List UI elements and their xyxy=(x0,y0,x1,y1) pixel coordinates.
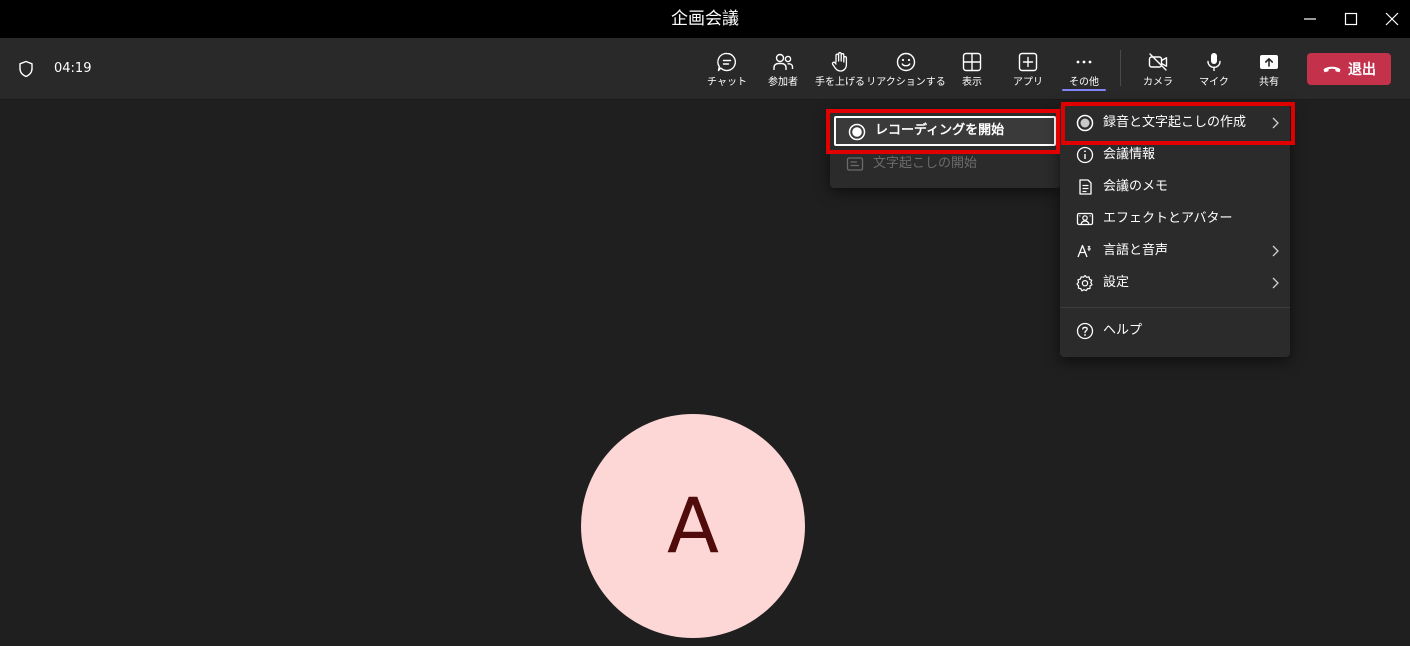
menu-item-label: 言語と音声 xyxy=(1103,243,1169,258)
camera-off-icon xyxy=(1148,53,1168,71)
chat-icon xyxy=(717,52,736,72)
menu-divider xyxy=(1060,307,1290,308)
meeting-toolbar: 04:19 チャット 参加者 手を上げる リアクションする 表示 アプリ その他… xyxy=(0,38,1410,100)
smiley-icon xyxy=(896,52,916,72)
menu-item-label: 設定 xyxy=(1103,275,1130,290)
menu-item-help[interactable]: ヘルプ xyxy=(1060,315,1290,347)
leave-button[interactable]: 退出 xyxy=(1307,53,1391,85)
title-bar: 企画会議 xyxy=(0,0,1410,38)
menu-item-label: エフェクトとアバター xyxy=(1103,211,1233,226)
notes-icon xyxy=(1079,179,1092,195)
menu-item-effects[interactable]: エフェクトとアバター xyxy=(1060,203,1290,235)
raise-hand-label: 手を上げる xyxy=(815,77,865,88)
share-icon xyxy=(1260,55,1278,69)
mic-label: マイク xyxy=(1199,77,1229,88)
minimize-button[interactable] xyxy=(1293,0,1327,38)
raise-hand-button[interactable]: 手を上げる xyxy=(812,38,868,100)
menu-item-settings[interactable]: 設定 xyxy=(1060,267,1290,299)
close-button[interactable] xyxy=(1375,0,1409,38)
meeting-timer: 04:19 xyxy=(54,61,92,76)
leave-label: 退出 xyxy=(1348,62,1376,78)
participants-label: 参加者 xyxy=(768,77,798,88)
transcript-icon xyxy=(846,157,864,171)
chat-button[interactable]: チャット xyxy=(705,38,749,100)
share-button[interactable]: 共有 xyxy=(1247,38,1291,100)
shield-icon xyxy=(19,60,33,78)
mic-icon xyxy=(1207,53,1221,71)
apps-button[interactable]: アプリ xyxy=(1006,38,1050,100)
chat-label: チャット xyxy=(707,77,747,88)
share-label: 共有 xyxy=(1259,77,1279,88)
more-icon xyxy=(1076,60,1092,64)
hang-up-icon xyxy=(1323,66,1341,73)
active-indicator xyxy=(1062,89,1106,91)
menu-item-meeting-notes[interactable]: 会議のメモ xyxy=(1060,171,1290,203)
menu-item-language[interactable]: 言語と音声 xyxy=(1060,235,1290,267)
more-button[interactable]: その他 xyxy=(1062,38,1106,100)
highlight-start-recording xyxy=(826,109,1060,154)
chevron-right-icon xyxy=(1272,277,1279,289)
avatar-initial: A xyxy=(667,481,719,570)
menu-item-label: 会議のメモ xyxy=(1103,179,1169,194)
minimize-icon xyxy=(1304,18,1316,20)
toolbar-divider xyxy=(1120,50,1121,86)
camera-label: カメラ xyxy=(1143,77,1173,88)
reactions-label: リアクションする xyxy=(866,77,946,88)
participant-avatar: A xyxy=(581,414,805,638)
more-label: その他 xyxy=(1069,77,1099,88)
menu-item-label: ヘルプ xyxy=(1103,323,1143,338)
view-label: 表示 xyxy=(962,77,982,88)
help-icon xyxy=(1076,322,1094,340)
chevron-right-icon xyxy=(1272,245,1279,257)
language-icon xyxy=(1077,244,1091,258)
camera-button[interactable]: カメラ xyxy=(1136,38,1180,100)
participants-button[interactable]: 参加者 xyxy=(761,38,805,100)
mic-button[interactable]: マイク xyxy=(1192,38,1236,100)
maximize-button[interactable] xyxy=(1334,0,1368,38)
apps-label: アプリ xyxy=(1013,77,1043,88)
close-icon xyxy=(1385,12,1399,26)
info-icon xyxy=(1076,146,1094,164)
window-title: 企画会議 xyxy=(671,9,739,29)
reactions-button[interactable]: リアクションする xyxy=(866,38,946,100)
highlight-recording-menu xyxy=(1061,102,1295,145)
add-app-icon xyxy=(1018,52,1038,72)
participants-icon xyxy=(773,53,794,70)
maximize-icon xyxy=(1344,12,1358,26)
gear-icon xyxy=(1076,274,1093,292)
effects-icon xyxy=(1076,212,1094,226)
grid-view-icon xyxy=(962,52,982,72)
hand-icon xyxy=(831,52,848,72)
view-button[interactable]: 表示 xyxy=(950,38,994,100)
